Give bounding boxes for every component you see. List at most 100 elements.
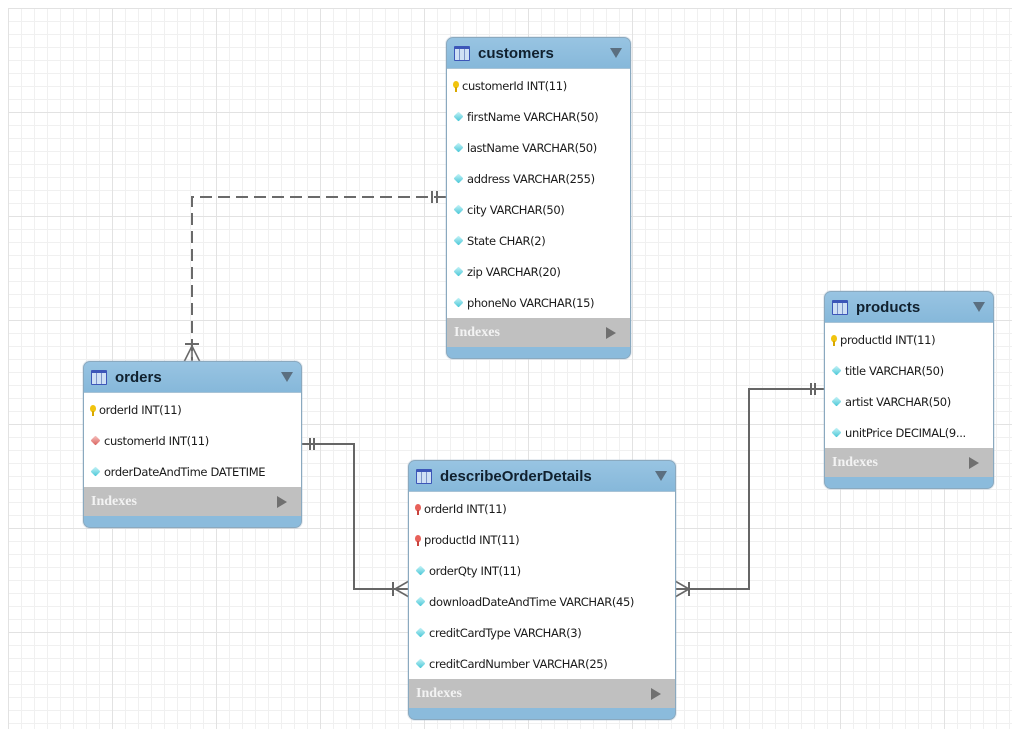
entity-describeOrderDetails[interactable]: describeOrderDetails orderId INT(11) prod…: [408, 460, 676, 720]
indexes-label: Indexes: [416, 685, 462, 701]
column-text: lastName VARCHAR(50): [467, 140, 597, 155]
column-text: firstName VARCHAR(50): [467, 109, 599, 124]
primary-key-icon: [90, 404, 96, 416]
column-row[interactable]: unitPrice DECIMAL(9...: [825, 417, 993, 448]
column-diamond-icon: [453, 142, 464, 153]
column-row[interactable]: orderId INT(11): [84, 394, 301, 425]
entity-footer: [825, 477, 993, 488]
entity-title: describeOrderDetails: [440, 467, 592, 485]
column-text: downloadDateAndTime VARCHAR(45): [429, 594, 635, 609]
column-text: productId INT(11): [840, 332, 936, 347]
expand-triangle-icon[interactable]: [651, 687, 661, 700]
column-row[interactable]: productId INT(11): [825, 324, 993, 355]
column-row[interactable]: customerId INT(11): [84, 425, 301, 456]
indexes-section[interactable]: Indexes: [84, 487, 301, 516]
column-diamond-icon: [415, 658, 426, 669]
primary-foreign-key-icon: [415, 534, 421, 546]
column-diamond-icon: [453, 173, 464, 184]
column-text: State CHAR(2): [467, 233, 546, 248]
table-icon: [416, 468, 432, 484]
foreign-key-diamond-icon: [90, 435, 101, 446]
collapse-triangle-icon[interactable]: [973, 302, 985, 312]
entity-header[interactable]: customers: [447, 38, 630, 69]
column-diamond-icon: [453, 266, 464, 277]
column-row[interactable]: phoneNo VARCHAR(15): [447, 287, 630, 318]
indexes-section[interactable]: Indexes: [409, 679, 675, 708]
column-text: orderId INT(11): [424, 501, 507, 516]
column-text: title VARCHAR(50): [845, 363, 944, 378]
column-diamond-icon: [831, 396, 842, 407]
column-text: customerId INT(11): [104, 433, 209, 448]
column-list: customerId INT(11) firstName VARCHAR(50) l…: [447, 69, 630, 318]
column-list: productId INT(11) title VARCHAR(50) artist…: [825, 323, 993, 448]
column-row[interactable]: productId INT(11): [409, 524, 675, 555]
entity-title: orders: [115, 368, 162, 386]
column-diamond-icon: [453, 111, 464, 122]
entity-customers[interactable]: customers customerId INT(11) firstName VA…: [446, 37, 631, 359]
column-row[interactable]: firstName VARCHAR(50): [447, 101, 630, 132]
column-list: orderId INT(11) productId INT(11) orderQty…: [409, 492, 675, 679]
column-row[interactable]: artist VARCHAR(50): [825, 386, 993, 417]
indexes-section[interactable]: Indexes: [825, 448, 993, 477]
expand-triangle-icon[interactable]: [969, 456, 979, 469]
entity-title: products: [856, 298, 921, 316]
column-row[interactable]: creditCardNumber VARCHAR(25): [409, 648, 675, 679]
column-text: address VARCHAR(255): [467, 171, 595, 186]
column-diamond-icon: [90, 466, 101, 477]
column-text: phoneNo VARCHAR(15): [467, 295, 595, 310]
table-icon: [454, 45, 470, 61]
column-diamond-icon: [453, 204, 464, 215]
column-row[interactable]: customerId INT(11): [447, 70, 630, 101]
column-text: creditCardType VARCHAR(3): [429, 625, 582, 640]
column-row[interactable]: State CHAR(2): [447, 225, 630, 256]
column-text: unitPrice DECIMAL(9...: [845, 425, 966, 440]
column-row[interactable]: address VARCHAR(255): [447, 163, 630, 194]
column-diamond-icon: [831, 427, 842, 438]
collapse-triangle-icon[interactable]: [281, 372, 293, 382]
entity-footer: [409, 708, 675, 719]
column-text: orderDateAndTime DATETIME: [104, 464, 266, 479]
column-row[interactable]: orderDateAndTime DATETIME: [84, 456, 301, 487]
table-icon: [91, 369, 107, 385]
primary-foreign-key-icon: [415, 503, 421, 515]
column-text: city VARCHAR(50): [467, 202, 565, 217]
column-text: orderId INT(11): [99, 402, 182, 417]
column-row[interactable]: city VARCHAR(50): [447, 194, 630, 225]
column-diamond-icon: [415, 627, 426, 638]
collapse-triangle-icon[interactable]: [610, 48, 622, 58]
column-row[interactable]: downloadDateAndTime VARCHAR(45): [409, 586, 675, 617]
entity-header[interactable]: describeOrderDetails: [409, 461, 675, 492]
primary-key-icon: [831, 334, 837, 346]
expand-triangle-icon[interactable]: [606, 326, 616, 339]
column-text: orderQty INT(11): [429, 563, 521, 578]
indexes-label: Indexes: [91, 493, 137, 509]
column-text: customerId INT(11): [462, 78, 567, 93]
column-text: artist VARCHAR(50): [845, 394, 951, 409]
column-text: zip VARCHAR(20): [467, 264, 561, 279]
expand-triangle-icon[interactable]: [277, 495, 287, 508]
column-diamond-icon: [415, 565, 426, 576]
column-row[interactable]: lastName VARCHAR(50): [447, 132, 630, 163]
entity-orders[interactable]: orders orderId INT(11) customerId INT(11)…: [83, 361, 302, 528]
column-list: orderId INT(11) customerId INT(11) orderDa…: [84, 393, 301, 487]
column-text: productId INT(11): [424, 532, 520, 547]
column-row[interactable]: zip VARCHAR(20): [447, 256, 630, 287]
entity-footer: [84, 516, 301, 527]
indexes-label: Indexes: [832, 454, 878, 470]
entity-header[interactable]: products: [825, 292, 993, 323]
column-diamond-icon: [453, 235, 464, 246]
entity-header[interactable]: orders: [84, 362, 301, 393]
column-diamond-icon: [831, 365, 842, 376]
table-icon: [832, 299, 848, 315]
entity-products[interactable]: products productId INT(11) title VARCHAR(…: [824, 291, 994, 489]
indexes-section[interactable]: Indexes: [447, 318, 630, 347]
column-row[interactable]: orderQty INT(11): [409, 555, 675, 586]
column-row[interactable]: orderId INT(11): [409, 493, 675, 524]
column-row[interactable]: title VARCHAR(50): [825, 355, 993, 386]
primary-key-icon: [453, 80, 459, 92]
column-diamond-icon: [453, 297, 464, 308]
column-text: creditCardNumber VARCHAR(25): [429, 656, 608, 671]
entity-footer: [447, 347, 630, 358]
collapse-triangle-icon[interactable]: [655, 471, 667, 481]
column-row[interactable]: creditCardType VARCHAR(3): [409, 617, 675, 648]
